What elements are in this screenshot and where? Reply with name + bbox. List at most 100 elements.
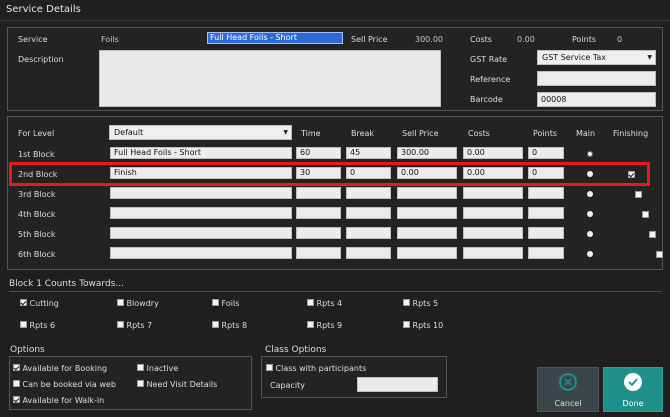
available-booking-label: Available for Booking [22,364,108,373]
counts-option[interactable]: Foils [212,299,239,308]
block-break-field[interactable] [346,207,391,219]
counts-label: Rpts 8 [221,321,248,330]
for-level-value: Default [114,128,144,137]
header-break: Break [351,129,375,138]
inactive-option[interactable]: Inactive [137,364,178,373]
block-name-field[interactable] [110,247,292,259]
block-break-field[interactable] [346,227,391,239]
block-sell-price-field[interactable] [397,207,457,219]
walk-in-checkbox[interactable] [13,396,20,403]
block-sell-price-field[interactable]: 300.00 [397,147,457,159]
counts-checkbox[interactable] [403,321,410,328]
counts-checkbox[interactable] [20,321,27,328]
block-time-field[interactable]: 60 [296,147,341,159]
gst-rate-select[interactable]: GST Service Tax ▼ [537,50,656,65]
block-label: 6th Block [18,250,56,259]
block-break-field[interactable] [346,187,391,199]
booked-web-checkbox[interactable] [13,380,20,387]
block-finishing-checkbox[interactable] [642,211,649,218]
counts-checkbox[interactable] [20,299,27,306]
counts-option[interactable]: Rpts 9 [307,321,342,330]
block-main-radio[interactable] [587,251,593,257]
capacity-field[interactable] [357,377,438,392]
block-costs-field[interactable] [463,227,523,239]
block-main-radio[interactable] [587,231,593,237]
description-label: Description [18,55,64,64]
block-points-field[interactable] [528,187,564,199]
block-finishing-checkbox[interactable] [635,191,642,198]
block-main-radio[interactable] [587,191,593,197]
inactive-checkbox[interactable] [137,364,144,371]
need-visit-label: Need Visit Details [146,380,218,389]
block-costs-field[interactable] [463,247,523,259]
counts-checkbox[interactable] [117,299,124,306]
block-sell-price-field[interactable] [397,247,457,259]
done-button[interactable]: Done [603,367,663,412]
counts-option[interactable]: Blowdry [117,299,159,308]
cancel-label: Cancel [554,399,582,408]
available-booking-checkbox[interactable] [13,364,20,371]
block-break-field[interactable]: 45 [346,147,391,159]
booked-web-option[interactable]: Can be booked via web [13,380,116,389]
counts-divider [9,291,662,292]
block-label: 1st Block [18,150,55,159]
counts-checkbox[interactable] [117,321,124,328]
block-sell-price-field[interactable] [397,227,457,239]
counts-label: Foils [221,299,240,308]
block-finishing-checkbox[interactable] [656,251,663,258]
block-name-field[interactable] [110,207,292,219]
block-name-field[interactable]: Full Head Foils - Short [110,147,292,159]
need-visit-option[interactable]: Need Visit Details [137,380,217,389]
reference-field[interactable] [537,71,656,86]
counts-option[interactable]: Rpts 7 [117,321,152,330]
block-time-field[interactable] [296,187,341,199]
block-break-field[interactable] [346,247,391,259]
block-label: 5th Block [18,230,56,239]
counts-checkbox[interactable] [212,321,219,328]
block-costs-field[interactable]: 0.00 [463,147,523,159]
walk-in-option[interactable]: Available for Walk-in [13,396,104,405]
block-name-field[interactable] [110,187,292,199]
cancel-button[interactable]: Cancel [537,367,599,412]
block-costs-field[interactable] [463,187,523,199]
block-finishing-checkbox[interactable] [649,231,656,238]
barcode-label: Barcode [470,95,503,104]
counts-option[interactable]: Rpts 8 [212,321,247,330]
block-time-field[interactable] [296,247,341,259]
counts-checkbox[interactable] [307,299,314,306]
check-icon [624,373,642,391]
block-points-field[interactable] [528,207,564,219]
block-points-field[interactable] [528,247,564,259]
description-field[interactable] [99,50,441,107]
class-participants-option[interactable]: Class with participants [266,364,366,373]
counts-checkbox[interactable] [212,299,219,306]
class-participants-checkbox[interactable] [266,364,273,371]
block-sell-price-field[interactable] [397,187,457,199]
cancel-icon [559,373,577,391]
barcode-field[interactable]: 00008 [537,92,656,107]
counts-option[interactable]: Rpts 6 [20,321,55,330]
counts-option[interactable]: Rpts 5 [403,299,438,308]
counts-checkbox[interactable] [307,321,314,328]
class-participants-label: Class with participants [275,364,367,373]
counts-option[interactable]: Rpts 4 [307,299,342,308]
costs-label: Costs [470,35,492,44]
block-main-radio[interactable] [587,211,593,217]
counts-option[interactable]: Cutting [20,299,59,308]
block-costs-field[interactable] [463,207,523,219]
service-name-field[interactable]: Full Head Foils - Short [207,32,343,44]
counts-option[interactable]: Rpts 10 [403,321,443,330]
block-main-radio[interactable] [587,151,593,157]
block-name-field[interactable] [110,227,292,239]
need-visit-checkbox[interactable] [137,380,144,387]
for-level-select[interactable]: Default ▼ [109,125,292,140]
block-points-field[interactable] [528,227,564,239]
block-time-field[interactable] [296,207,341,219]
counts-checkbox[interactable] [403,299,410,306]
available-booking-option[interactable]: Available for Booking [13,364,107,373]
block-time-field[interactable] [296,227,341,239]
booked-web-label: Can be booked via web [22,380,116,389]
block-points-field[interactable]: 0 [528,147,564,159]
done-label: Done [622,399,644,408]
counts-label: Blowdry [126,299,159,308]
